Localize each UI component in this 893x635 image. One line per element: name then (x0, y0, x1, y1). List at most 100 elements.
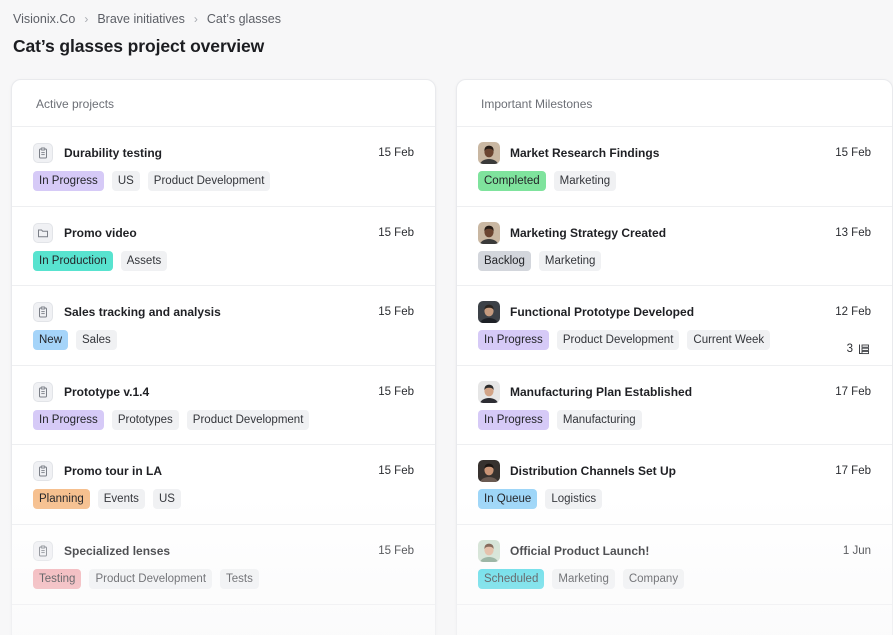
subtask-count-value: 3 (846, 343, 853, 356)
status-badge[interactable]: Planning (33, 489, 90, 510)
status-badge[interactable]: Backlog (478, 250, 531, 271)
status-badge[interactable]: In Production (33, 250, 113, 271)
row-header: Sales tracking and analysis 15 Feb (33, 302, 414, 323)
row-header: Official Product Launch! 1 Jun (478, 539, 871, 562)
row-header: Durability testing 15 Feb (33, 143, 414, 163)
status-badge[interactable]: Testing (33, 568, 82, 589)
project-row[interactable]: Promo video 15 Feb In Production Assets (12, 207, 435, 287)
tag-list: In Production Assets (33, 250, 168, 271)
project-row[interactable]: Specialized lenses 15 Feb Testing Product D… (12, 525, 435, 605)
milestone-name[interactable]: Functional Prototype Developed (510, 305, 835, 319)
tag-list: New Sales (33, 330, 117, 351)
chevron-right-icon: › (84, 12, 89, 26)
tag[interactable]: Current Week (687, 330, 771, 351)
page-title: Cat’s glasses project overview (13, 36, 265, 56)
milestone-row[interactable]: Functional Prototype Developed 12 Feb In P… (457, 286, 892, 366)
tag-list: In Progress US Product Development (33, 171, 271, 191)
clipboard-icon (33, 381, 53, 402)
row-header: Specialized lenses 15 Feb (33, 540, 414, 561)
project-name[interactable]: Specialized lenses (64, 544, 378, 558)
clipboard-icon (33, 540, 53, 561)
status-badge[interactable]: New (33, 330, 69, 351)
tag-list: Backlog Marketing (478, 250, 602, 271)
tag[interactable]: Marketing (552, 568, 615, 589)
row-header: Prototype v.1.4 15 Feb (33, 381, 414, 402)
subtask-count[interactable]: 3 (847, 343, 870, 355)
project-row[interactable]: Durability testing 15 Feb In Progress US Pro… (12, 127, 435, 207)
folder-icon (33, 222, 53, 243)
tag[interactable]: Product Development (89, 568, 213, 589)
row-header: Market Research Findings 15 Feb (478, 142, 871, 164)
due-date: 1 Jun (842, 544, 871, 557)
project-name[interactable]: Promo tour in LA (64, 464, 378, 478)
milestone-name[interactable]: Market Research Findings (510, 146, 835, 160)
breadcrumb-workspace[interactable]: Visionix.Co (13, 12, 75, 26)
milestone-name[interactable]: Distribution Channels Set Up (510, 464, 835, 478)
active-projects-title: Active projects (12, 80, 435, 127)
tag-list: Planning Events US (33, 489, 181, 510)
tag[interactable]: US (111, 171, 140, 191)
breadcrumb-initiatives[interactable]: Brave initiatives (97, 12, 185, 26)
tag[interactable]: Product Development (186, 409, 310, 430)
tag[interactable]: Assets (120, 250, 168, 271)
status-badge[interactable]: In Queue (478, 489, 538, 510)
subtasks-icon (859, 344, 869, 355)
row-header: Functional Prototype Developed 12 Feb (478, 301, 871, 324)
tag-list: Scheduled Marketing Company (478, 568, 685, 589)
due-date: 17 Feb (835, 465, 871, 478)
tag[interactable]: Product Development (147, 171, 271, 191)
milestone-row[interactable]: Manufacturing Plan Established 17 Feb In P… (457, 366, 892, 446)
status-badge[interactable]: Completed (478, 171, 546, 191)
tag-list: In Progress Product Development Current We… (478, 330, 771, 351)
due-date: 15 Feb (378, 226, 414, 239)
clipboard-icon (33, 302, 53, 323)
milestones-panel: Important Milestones Market Research Fin… (456, 79, 893, 635)
project-name[interactable]: Prototype v.1.4 (64, 385, 378, 399)
tag-list: Testing Product Development Tests (33, 568, 259, 589)
tag[interactable]: Manufacturing (556, 409, 642, 430)
status-badge[interactable]: In Progress (33, 409, 104, 430)
tag[interactable]: Tests (220, 568, 259, 589)
project-name[interactable]: Promo video (64, 226, 378, 240)
row-header: Manufacturing Plan Established 17 Feb (478, 380, 871, 403)
status-badge[interactable]: In Progress (33, 171, 104, 191)
row-header: Distribution Channels Set Up 17 Feb (478, 460, 871, 483)
clipboard-icon (33, 461, 53, 482)
project-name[interactable]: Durability testing (64, 146, 378, 160)
milestone-row[interactable]: Official Product Launch! 1 Jun Scheduled Ma… (457, 525, 892, 605)
tag[interactable]: US (152, 489, 181, 510)
avatar (478, 460, 500, 483)
milestone-name[interactable]: Marketing Strategy Created (510, 226, 835, 240)
due-date: 15 Feb (378, 544, 414, 557)
milestone-row[interactable]: Distribution Channels Set Up 17 Feb In Que… (457, 445, 892, 525)
tag[interactable]: Product Development (556, 330, 680, 351)
tag[interactable]: Sales (76, 330, 117, 351)
project-name[interactable]: Sales tracking and analysis (64, 305, 378, 319)
milestones-list: Market Research Findings 15 Feb Completed M… (457, 127, 892, 605)
row-header: Promo video 15 Feb (33, 222, 414, 243)
avatar (478, 539, 500, 562)
tag[interactable]: Events (97, 489, 145, 510)
due-date: 15 Feb (378, 465, 414, 478)
tag-list: In Progress Manufacturing (478, 409, 642, 430)
tag[interactable]: Marketing (538, 250, 602, 271)
status-badge[interactable]: In Progress (478, 409, 549, 430)
active-projects-list: Durability testing 15 Feb In Progress US Pro… (12, 127, 435, 605)
project-row[interactable]: Prototype v.1.4 15 Feb In Progress Prototyp… (12, 366, 435, 446)
due-date: 15 Feb (378, 306, 414, 319)
project-row[interactable]: Sales tracking and analysis 15 Feb New Sale… (12, 286, 435, 366)
tag[interactable]: Marketing (553, 171, 617, 191)
milestone-name[interactable]: Official Product Launch! (510, 544, 843, 558)
milestone-row[interactable]: Market Research Findings 15 Feb Completed M… (457, 127, 892, 207)
project-row[interactable]: Promo tour in LA 15 Feb Planning Events US (12, 445, 435, 525)
status-badge[interactable]: Scheduled (478, 568, 545, 589)
due-date: 13 Feb (835, 226, 871, 239)
tag[interactable]: Company (622, 568, 685, 589)
tag[interactable]: Logistics (545, 489, 603, 510)
status-badge[interactable]: In Progress (478, 330, 549, 351)
milestone-row[interactable]: Marketing Strategy Created 13 Feb Backlog M… (457, 207, 892, 287)
tag[interactable]: Prototypes (111, 409, 179, 430)
breadcrumb-current[interactable]: Cat’s glasses (207, 12, 281, 26)
breadcrumb: Visionix.Co › Brave initiatives › Cat’s … (13, 12, 281, 26)
milestone-name[interactable]: Manufacturing Plan Established (510, 385, 835, 399)
